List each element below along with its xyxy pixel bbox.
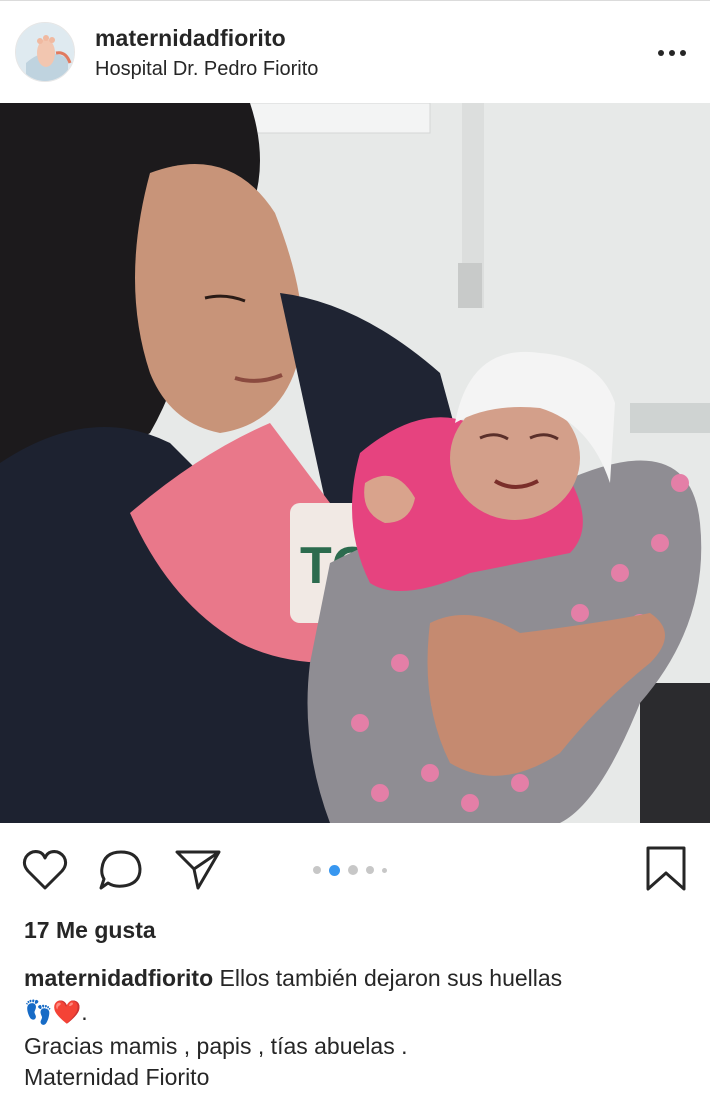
paper-plane-icon[interactable] (174, 848, 222, 897)
photo-image: TG (0, 103, 710, 823)
caption-text: Ellos también dejaron sus huellas (219, 965, 563, 991)
carousel-dot (366, 866, 374, 874)
caption-thanks-line: Gracias mamis , papis , tías abuelas . (24, 1033, 408, 1059)
caption-username[interactable]: maternidadfiorito (24, 965, 213, 991)
bookmark-icon[interactable] (644, 845, 688, 898)
likes-count[interactable]: 17 Me gusta (24, 917, 156, 944)
post-username[interactable]: maternidadfiorito (95, 25, 286, 52)
carousel-dot (329, 864, 340, 876)
post-header: maternidadfiorito Hospital Dr. Pedro Fio… (0, 0, 710, 103)
post-photo[interactable]: TG (0, 103, 710, 823)
carousel-dot (382, 867, 387, 873)
post-location[interactable]: Hospital Dr. Pedro Fiorito (95, 58, 318, 81)
comment-bubble-icon[interactable] (98, 848, 144, 897)
caption-emoji-line: 👣❤️. (24, 999, 88, 1025)
more-options-icon[interactable] (652, 39, 692, 67)
avatar-image (16, 23, 74, 81)
caption-signature-line: Maternidad Fiorito (24, 1064, 210, 1090)
carousel-dot (313, 866, 321, 874)
heart-icon[interactable] (22, 848, 68, 897)
carousel-dot (348, 865, 358, 875)
post-caption: maternidadfiorito Ellos también dejaron … (24, 961, 694, 1090)
profile-avatar[interactable] (15, 22, 75, 82)
carousel-indicator (313, 864, 423, 876)
